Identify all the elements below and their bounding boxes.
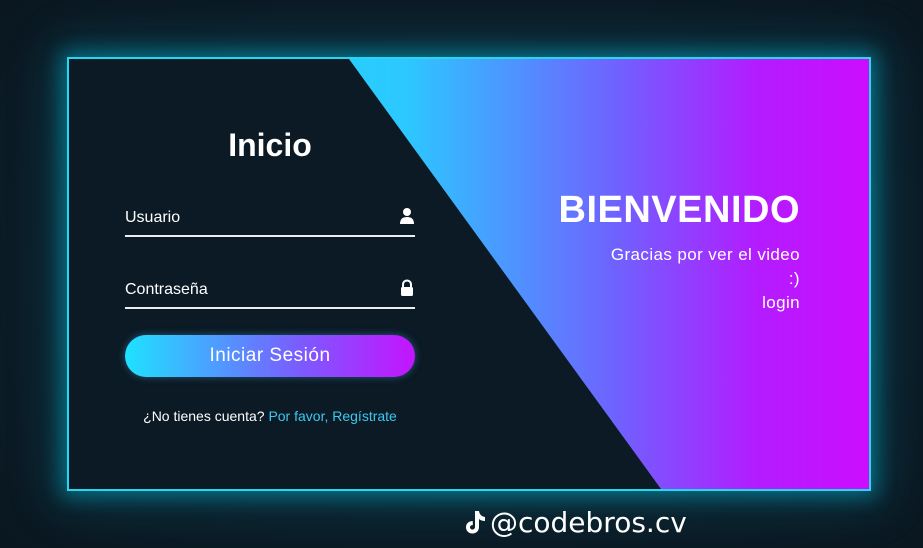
page-background: Inicio Iniciar Sesión ¿No tienes cuenta? — [0, 0, 923, 548]
register-link[interactable]: Por favor, Regístrate — [268, 408, 396, 424]
lock-icon — [401, 279, 413, 296]
login-button[interactable]: Iniciar Sesión — [125, 335, 415, 377]
username-field — [125, 205, 415, 237]
welcome-line-1: Gracias por ver el video — [610, 245, 800, 264]
password-input[interactable] — [125, 277, 385, 303]
signup-prompt-text: ¿No tienes cuenta? — [143, 408, 265, 424]
welcome-message: Gracias por ver el video :) login — [500, 243, 800, 315]
user-icon — [400, 208, 414, 224]
welcome-line-2: :) — [788, 269, 800, 288]
login-card: Inicio Iniciar Sesión ¿No tienes cuenta? — [67, 57, 871, 491]
tiktok-icon — [466, 511, 485, 534]
signup-prompt: ¿No tienes cuenta? Por favor, Regístrate — [125, 408, 415, 424]
welcome-line-3: login — [762, 293, 800, 312]
username-input[interactable] — [125, 205, 385, 231]
password-field — [125, 277, 415, 309]
watermark-handle: @codebros.cv — [490, 505, 687, 539]
form-title: Inicio — [228, 127, 312, 163]
watermark: @codebros.cv — [462, 502, 687, 542]
welcome-heading: BIENVENIDO — [558, 189, 800, 231]
welcome-panel: BIENVENIDO Gracias por ver el video :) l… — [500, 187, 800, 315]
